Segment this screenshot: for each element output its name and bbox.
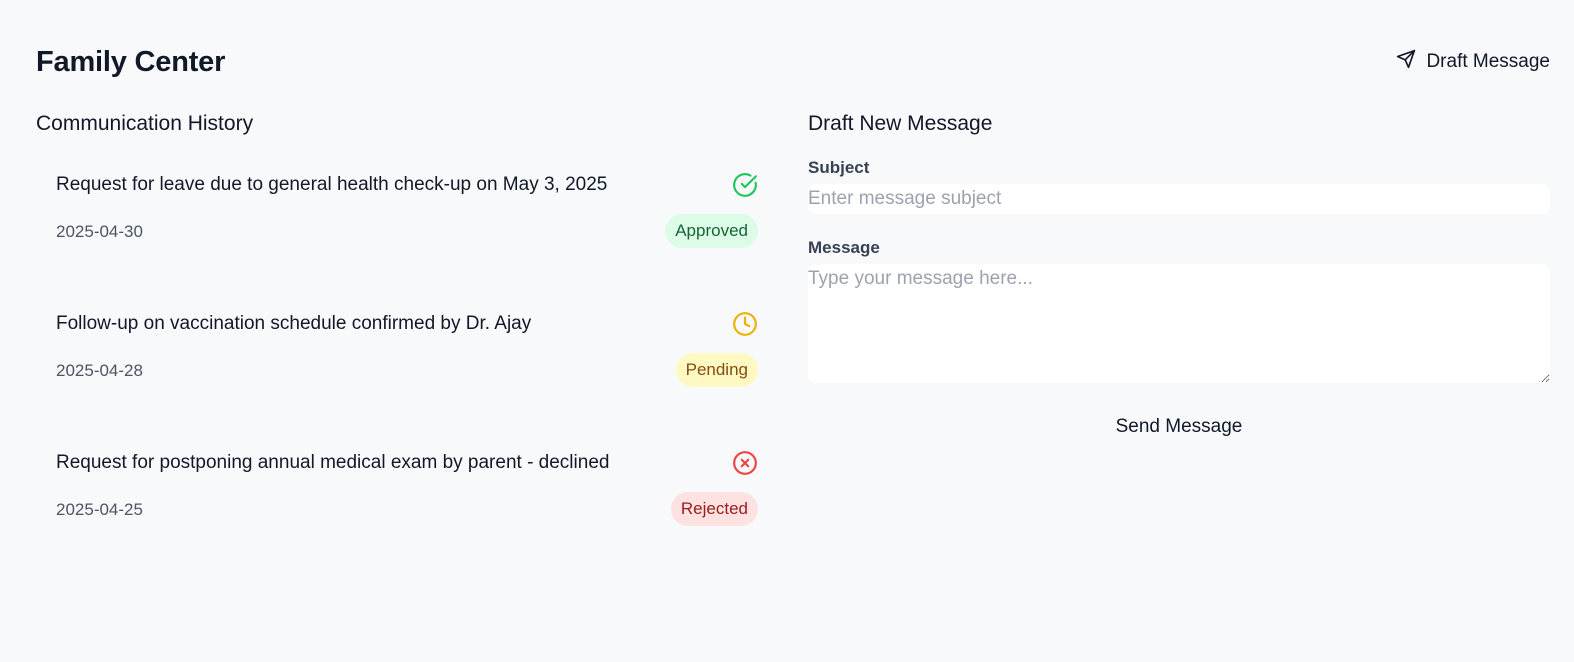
history-item-subject: Follow-up on vaccination schedule confir… — [56, 313, 532, 334]
send-icon — [1396, 49, 1416, 75]
message-textarea[interactable] — [808, 264, 1550, 383]
send-button-wrap: Send Message — [808, 416, 1550, 438]
history-list: Request for leave due to general health … — [36, 172, 762, 589]
check-circle-icon — [732, 172, 758, 198]
clock-icon — [732, 311, 758, 337]
draft-message-button[interactable]: Draft Message — [1396, 49, 1550, 75]
status-badge: Pending — [675, 353, 758, 387]
send-message-button[interactable]: Send Message — [1116, 416, 1243, 438]
history-item[interactable]: Request for leave due to general health … — [36, 172, 762, 311]
message-label: Message — [808, 238, 880, 257]
draft-message-section: Draft New Message Subject Message Send M… — [808, 112, 1550, 438]
status-badge: Rejected — [670, 492, 758, 526]
communication-history-title: Communication History — [36, 112, 254, 135]
draft-new-message-title: Draft New Message — [808, 112, 993, 135]
history-item-subject: Request for leave due to general health … — [56, 174, 608, 195]
header: Family Center Draft Message — [36, 40, 1550, 84]
history-item-date: 2025-04-30 — [56, 222, 143, 241]
page-title: Family Center — [36, 45, 226, 78]
status-badge: Approved — [665, 214, 758, 248]
draft-message-label: Draft Message — [1426, 51, 1550, 72]
subject-label: Subject — [808, 158, 870, 177]
family-center-page: Family Center Draft Message Communicatio… — [0, 0, 1574, 662]
history-item-date: 2025-04-28 — [56, 361, 143, 380]
history-item[interactable]: Follow-up on vaccination schedule confir… — [36, 311, 762, 450]
communication-history-section: Communication History Request for leave … — [36, 112, 762, 589]
history-item-subject: Request for postponing annual medical ex… — [56, 452, 610, 473]
history-item-date: 2025-04-25 — [56, 500, 143, 519]
x-circle-icon — [732, 450, 758, 476]
subject-input[interactable] — [808, 184, 1550, 214]
history-item[interactable]: Request for postponing annual medical ex… — [36, 450, 762, 589]
